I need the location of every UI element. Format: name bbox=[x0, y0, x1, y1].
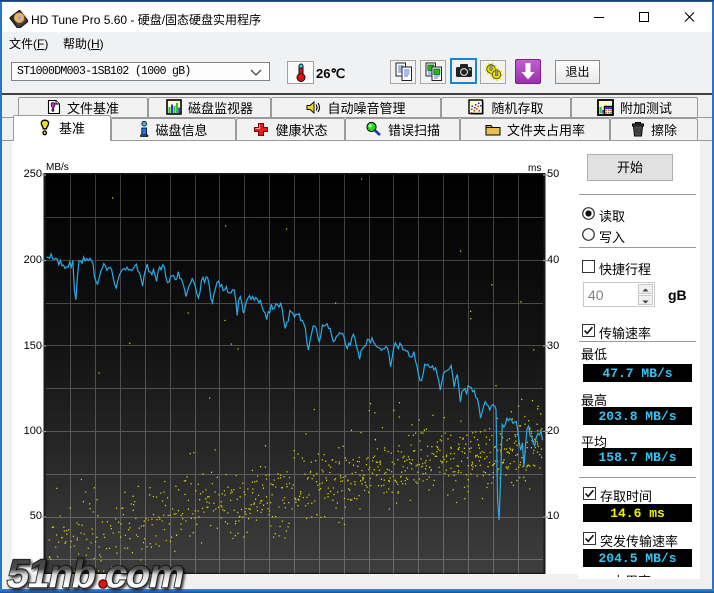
svg-text:51nb: 51nb bbox=[3, 551, 100, 593]
svg-text:com: com bbox=[101, 551, 188, 593]
